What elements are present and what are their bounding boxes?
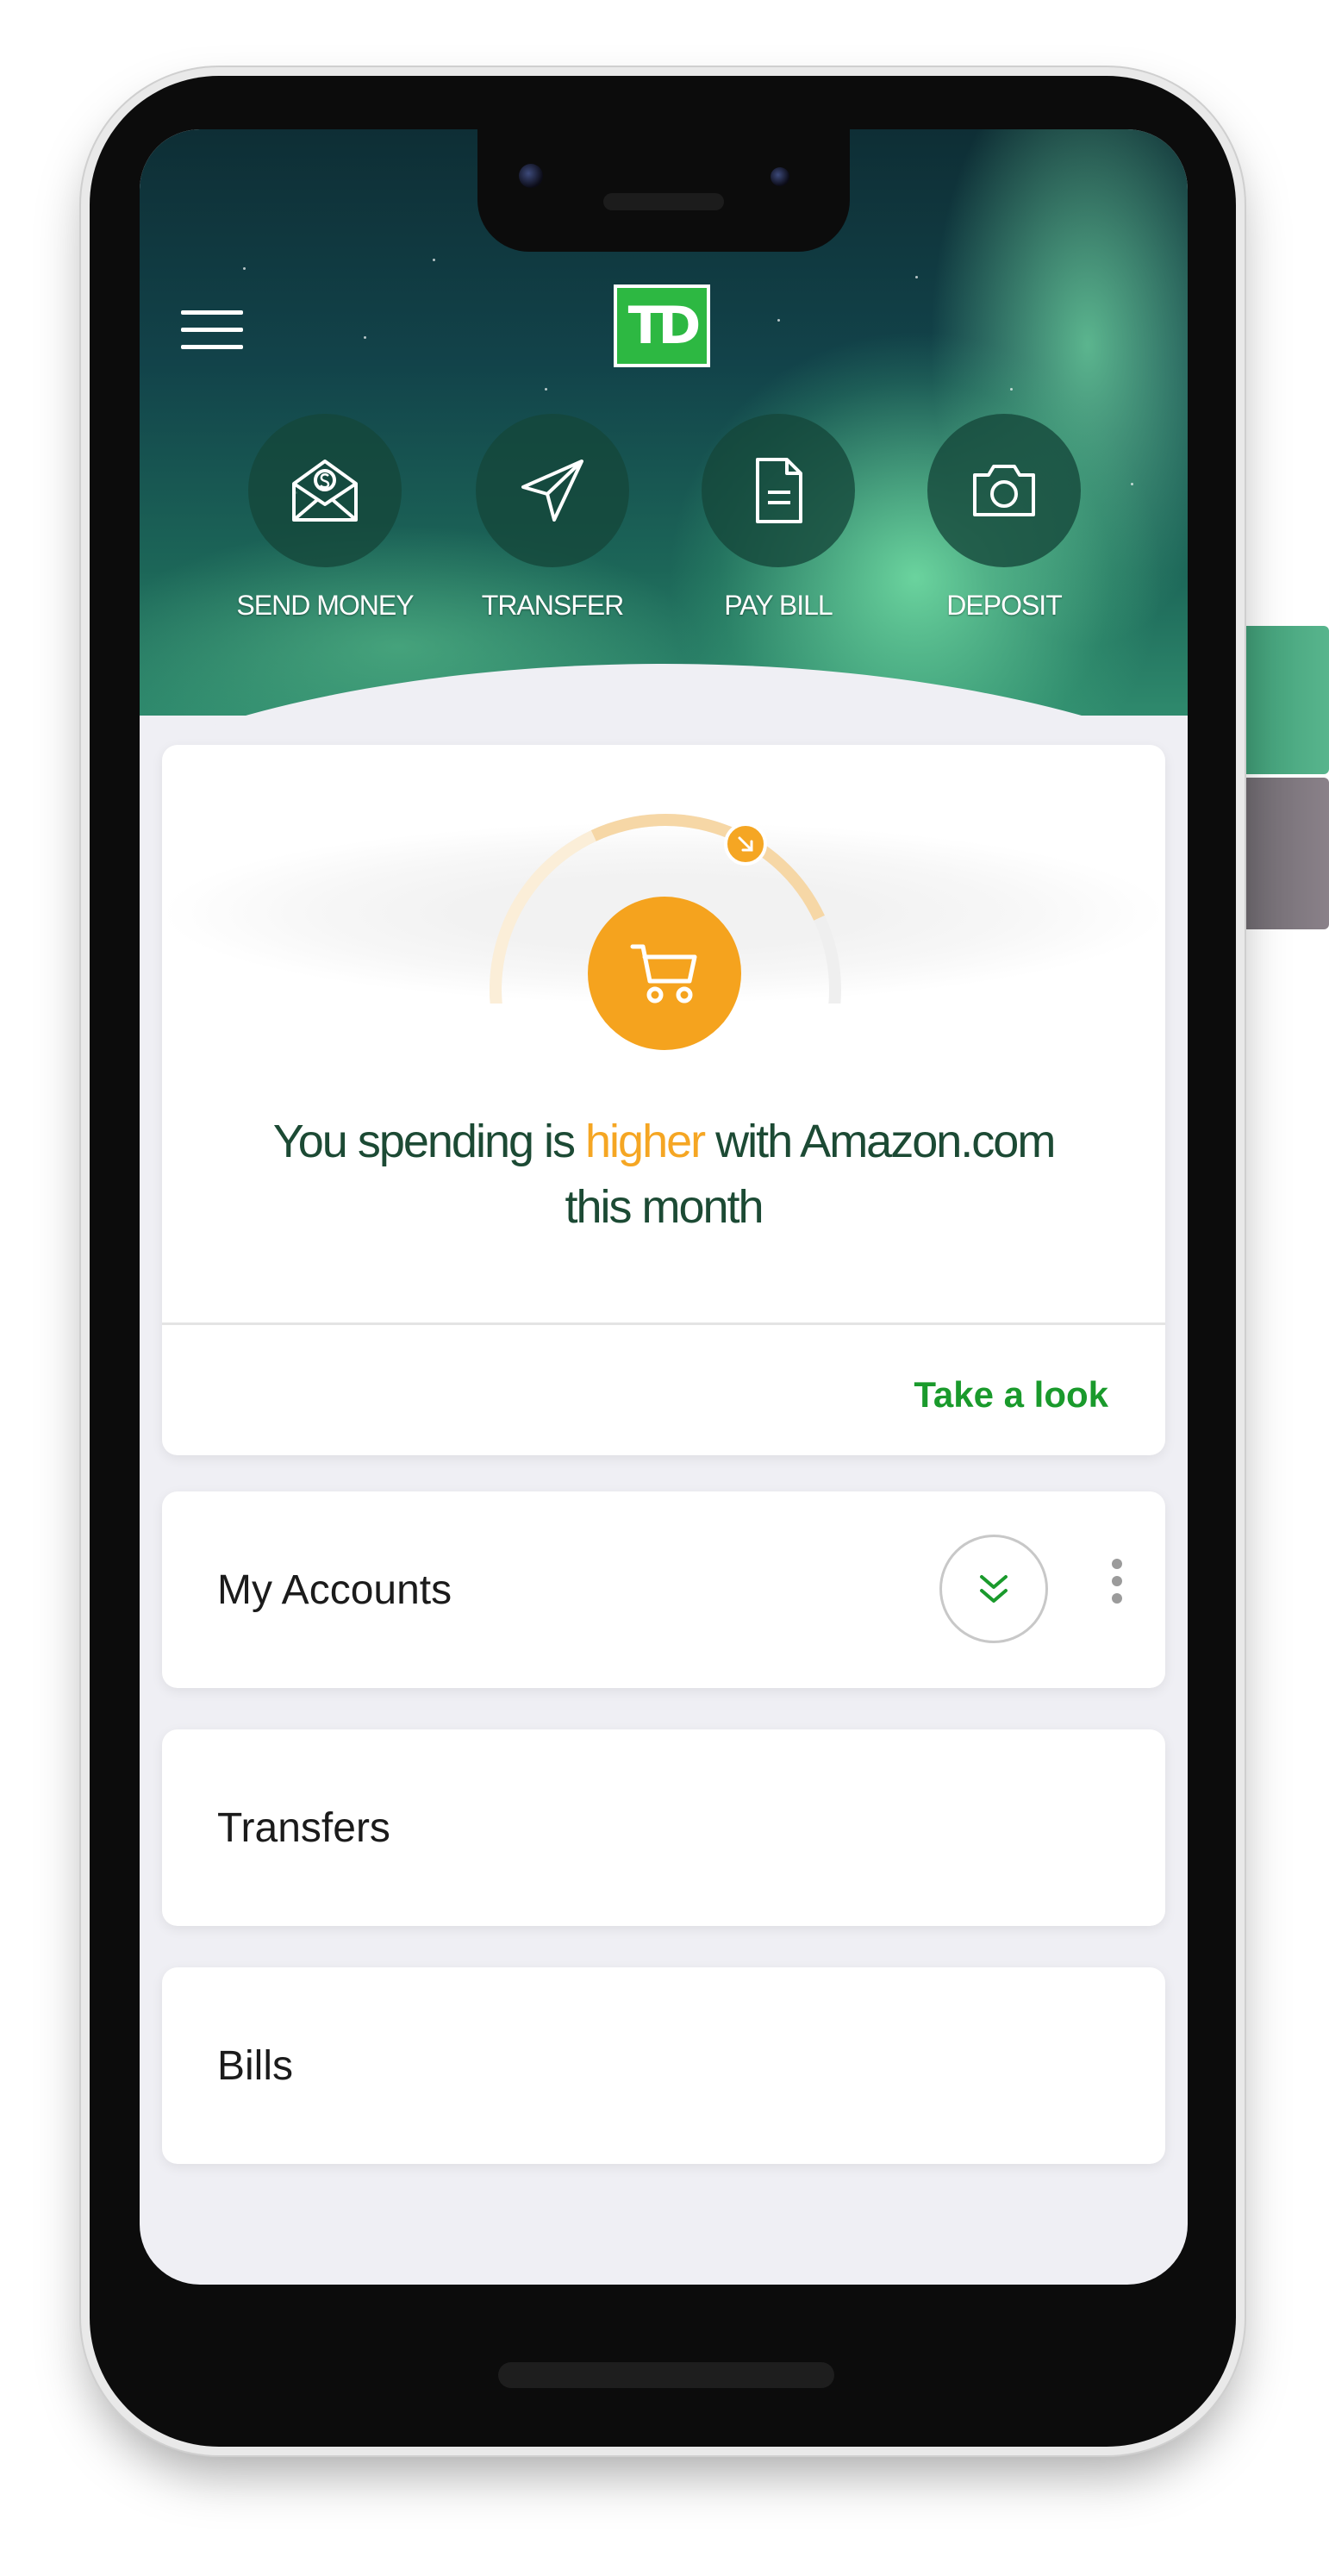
transfers-label: Transfers [217, 1804, 390, 1851]
more-options-icon[interactable] [1108, 1559, 1126, 1610]
camera-notch [477, 129, 850, 252]
send-money-button[interactable]: SEND MONEY [212, 414, 438, 622]
spending-insight-card: You spending is higher with Amazon.com t… [162, 745, 1165, 1455]
deposit-button[interactable]: DEPOSIT [891, 414, 1117, 622]
deposit-label: DEPOSIT [946, 590, 1062, 621]
home-indicator[interactable] [498, 2362, 834, 2388]
insight-message: You spending is higher with Amazon.com t… [272, 1116, 1057, 1233]
transfers-card[interactable]: Transfers [162, 1729, 1165, 1926]
expand-accounts-button[interactable] [939, 1535, 1048, 1643]
send-money-label: SEND MONEY [236, 590, 414, 621]
front-camera [519, 164, 543, 188]
shopping-cart-icon [588, 897, 741, 1050]
my-accounts-label: My Accounts [217, 1566, 452, 1613]
power-button[interactable] [1239, 626, 1329, 774]
volume-button[interactable] [1239, 778, 1329, 929]
arrow-icon [724, 822, 767, 866]
front-sensor [771, 167, 789, 186]
paper-plane-icon [521, 460, 583, 522]
app-screen: TD SEND MONEY TRANSFER PAY BILL DEPOSIT … [140, 129, 1188, 2285]
double-chevron-down-icon [980, 1575, 1008, 1603]
bills-label: Bills [217, 2042, 294, 2089]
transfer-label: TRANSFER [481, 590, 624, 621]
td-logo: TD [614, 284, 710, 367]
insight-highlight: higher [585, 1116, 706, 1167]
phone-frame: TD SEND MONEY TRANSFER PAY BILL DEPOSIT … [90, 76, 1236, 2447]
card-divider [162, 1322, 1165, 1325]
document-icon [756, 458, 802, 523]
transfer-button[interactable]: TRANSFER [440, 414, 665, 622]
take-a-look-link[interactable]: Take a look [914, 1374, 1108, 1416]
my-accounts-card[interactable]: My Accounts [162, 1491, 1165, 1688]
quick-actions: SEND MONEY TRANSFER PAY BILL DEPOSIT [140, 414, 1188, 629]
envelope-dollar-icon [292, 460, 358, 522]
earpiece-speaker [603, 193, 724, 210]
bills-card[interactable]: Bills [162, 1967, 1165, 2164]
pay-bill-label: PAY BILL [724, 590, 833, 621]
hamburger-menu-icon[interactable] [181, 310, 243, 352]
camera-icon [973, 465, 1035, 516]
pay-bill-button[interactable]: PAY BILL [665, 414, 891, 622]
